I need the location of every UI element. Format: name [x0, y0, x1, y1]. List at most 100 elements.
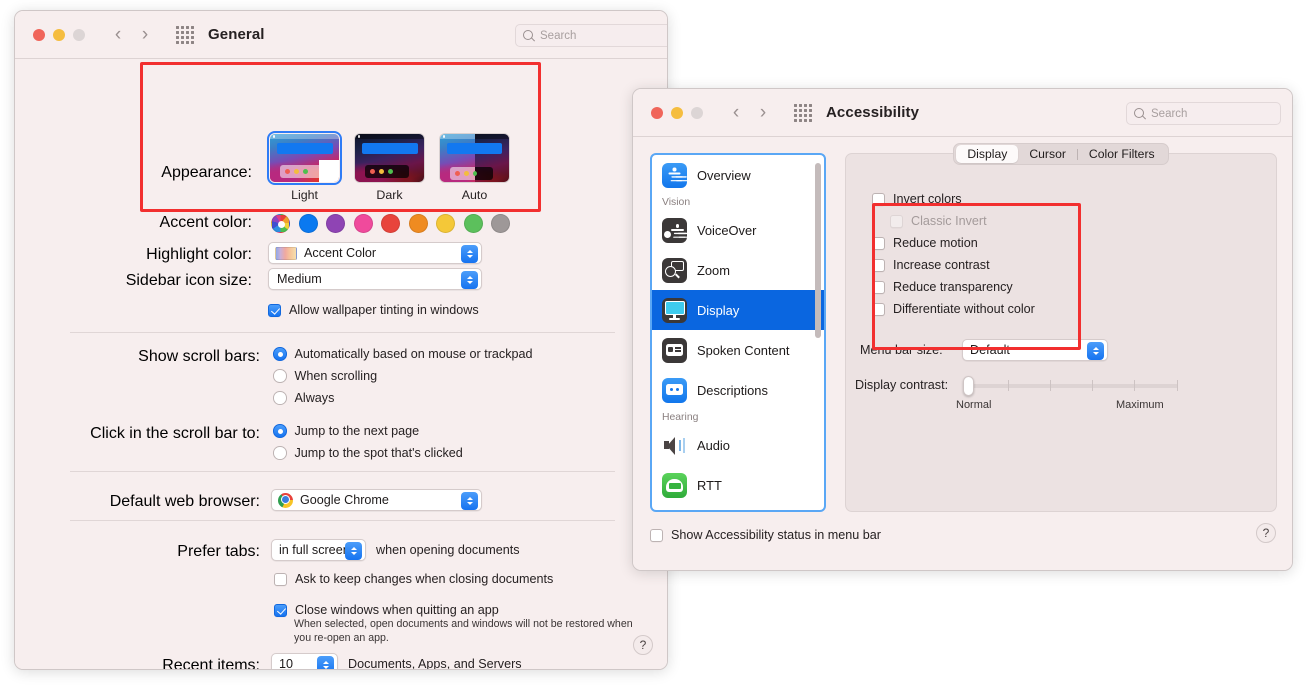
scroll-bars-option-always[interactable]: Always — [273, 391, 533, 405]
increase-contrast-row[interactable]: Increase contrast — [872, 258, 1035, 272]
tab-cursor[interactable]: Cursor — [1018, 145, 1077, 163]
wallpaper-tinting-row[interactable]: Allow wallpaper tinting in windows — [268, 303, 479, 317]
scroll-bars-option-automatic[interactable]: Automatically based on mouse or trackpad — [273, 347, 533, 361]
accessibility-traffic-lights[interactable] — [651, 107, 703, 119]
radio-spot-clicked[interactable] — [273, 446, 287, 460]
highlight-color-popup[interactable]: Accent Color — [268, 242, 482, 264]
tab-display[interactable]: Display — [956, 145, 1018, 163]
sidebar-item-rtt[interactable]: RTT — [652, 465, 824, 505]
differentiate-without-color-row[interactable]: Differentiate without color — [872, 302, 1035, 316]
appearance-thumb-auto[interactable] — [439, 133, 510, 183]
accent-swatch-multicolor[interactable] — [271, 214, 290, 233]
click-option-next-page[interactable]: Jump to the next page — [273, 424, 463, 438]
reduce-motion-checkbox[interactable] — [872, 237, 885, 250]
wallpaper-tinting-checkbox[interactable] — [268, 304, 281, 317]
display-tabs-row[interactable]: Display Cursor Color Filters — [846, 143, 1276, 165]
sidebar-item-voiceover[interactable]: VoiceOver — [652, 210, 824, 250]
click-scroll-bar-group[interactable]: Jump to the next page Jump to the spot t… — [273, 424, 463, 460]
sidebar-item-audio[interactable]: Audio — [652, 425, 824, 465]
invert-colors-checkbox[interactable] — [872, 193, 885, 206]
invert-colors-row[interactable]: Invert colors — [872, 192, 1035, 206]
chevron-updown-icon[interactable] — [317, 656, 334, 670]
show-all-grid-icon[interactable] — [176, 26, 194, 44]
minimize-button[interactable] — [53, 29, 65, 41]
general-nav-buttons[interactable]: ‹ › — [107, 24, 156, 46]
radio-next-page[interactable] — [273, 424, 287, 438]
ask-keep-changes-checkbox[interactable] — [274, 573, 287, 586]
general-traffic-lights[interactable] — [33, 29, 85, 41]
recent-items-stepper[interactable]: 10 — [271, 653, 338, 670]
reduce-motion-row[interactable]: Reduce motion — [872, 236, 1035, 250]
display-checkbox-group[interactable]: Invert colors Classic Invert Reduce moti… — [872, 192, 1035, 316]
sidebar-scrollbar[interactable] — [815, 163, 821, 502]
default-browser-popup[interactable]: Google Chrome — [271, 489, 482, 511]
increase-contrast-checkbox[interactable] — [872, 259, 885, 272]
accent-swatch-graphite[interactable] — [491, 214, 510, 233]
accent-swatch-red[interactable] — [381, 214, 400, 233]
differentiate-without-color-checkbox[interactable] — [872, 303, 885, 316]
show-scroll-bars-group[interactable]: Automatically based on mouse or trackpad… — [273, 347, 533, 405]
sidebar-scroll-area[interactable]: Overview Vision VoiceOver — [652, 155, 824, 510]
back-chevron-icon[interactable]: ‹ — [725, 102, 747, 124]
general-help-button[interactable]: ? — [633, 635, 653, 655]
sidebar-item-spoken-content[interactable]: Spoken Content — [652, 330, 824, 370]
close-button[interactable] — [651, 107, 663, 119]
accent-swatch-blue[interactable] — [299, 214, 318, 233]
accent-color-swatches[interactable] — [271, 214, 510, 233]
radio-automatic[interactable] — [273, 347, 287, 361]
reduce-transparency-row[interactable]: Reduce transparency — [872, 280, 1035, 294]
show-status-menu-bar-checkbox[interactable] — [650, 529, 663, 542]
chevron-updown-icon[interactable] — [345, 542, 362, 560]
chevron-updown-icon[interactable] — [461, 271, 478, 289]
accent-swatch-yellow[interactable] — [436, 214, 455, 233]
accent-swatch-purple[interactable] — [326, 214, 345, 233]
radio-always[interactable] — [273, 391, 287, 405]
appearance-thumb-light[interactable] — [269, 133, 340, 183]
appearance-thumb-dark[interactable] — [354, 133, 425, 183]
tab-color-filters[interactable]: Color Filters — [1078, 145, 1166, 163]
radio-when-scrolling[interactable] — [273, 369, 287, 383]
prefer-tabs-popup[interactable]: in full screen — [271, 539, 366, 561]
sidebar-icon-size-popup[interactable]: Medium — [268, 268, 482, 290]
close-button[interactable] — [33, 29, 45, 41]
sidebar-item-overview[interactable]: Overview — [652, 155, 824, 195]
display-tabstrip[interactable]: Display Cursor Color Filters — [953, 143, 1168, 165]
general-search-field[interactable]: Search — [515, 24, 668, 47]
accessibility-search-field[interactable]: Search — [1126, 102, 1281, 125]
minimize-button[interactable] — [671, 107, 683, 119]
chevron-updown-icon[interactable] — [1087, 342, 1104, 360]
accent-swatch-green[interactable] — [464, 214, 483, 233]
chevron-updown-icon[interactable] — [461, 245, 478, 263]
sidebar-item-captions[interactable]: Captions — [652, 505, 824, 512]
appearance-options[interactable]: Light Dark — [268, 133, 511, 202]
menu-bar-size-popup[interactable]: Default — [962, 339, 1108, 361]
appearance-option-auto[interactable]: Auto — [438, 133, 511, 202]
sidebar-scrollbar-thumb[interactable] — [815, 163, 821, 338]
close-windows-checkbox[interactable] — [274, 604, 287, 617]
sidebar-item-display[interactable]: Display — [652, 290, 824, 330]
close-windows-row[interactable]: Close windows when quitting an app — [274, 603, 499, 617]
slider-track[interactable] — [966, 384, 1178, 388]
click-option-spot-clicked[interactable]: Jump to the spot that's clicked — [273, 446, 463, 460]
ask-keep-changes-row[interactable]: Ask to keep changes when closing documen… — [274, 572, 553, 586]
forward-chevron-icon[interactable]: › — [134, 24, 156, 46]
back-chevron-icon[interactable]: ‹ — [107, 24, 129, 46]
zoom-button[interactable] — [691, 107, 703, 119]
accessibility-sidebar[interactable]: Overview Vision VoiceOver — [650, 153, 826, 512]
accent-swatch-orange[interactable] — [409, 214, 428, 233]
slider-knob[interactable] — [963, 376, 974, 396]
accessibility-help-button[interactable]: ? — [1256, 523, 1276, 543]
show-all-grid-icon[interactable] — [794, 104, 812, 122]
accessibility-nav-buttons[interactable]: ‹ › — [725, 102, 774, 124]
appearance-option-dark[interactable]: Dark — [353, 133, 426, 202]
appearance-option-light[interactable]: Light — [268, 133, 341, 202]
accent-swatch-pink[interactable] — [354, 214, 373, 233]
display-contrast-slider[interactable] — [966, 384, 1178, 388]
forward-chevron-icon[interactable]: › — [752, 102, 774, 124]
scroll-bars-option-when-scrolling[interactable]: When scrolling — [273, 369, 533, 383]
chevron-updown-icon[interactable] — [461, 492, 478, 510]
sidebar-item-zoom[interactable]: Zoom — [652, 250, 824, 290]
reduce-transparency-checkbox[interactable] — [872, 281, 885, 294]
zoom-button[interactable] — [73, 29, 85, 41]
sidebar-item-descriptions[interactable]: Descriptions — [652, 370, 824, 410]
